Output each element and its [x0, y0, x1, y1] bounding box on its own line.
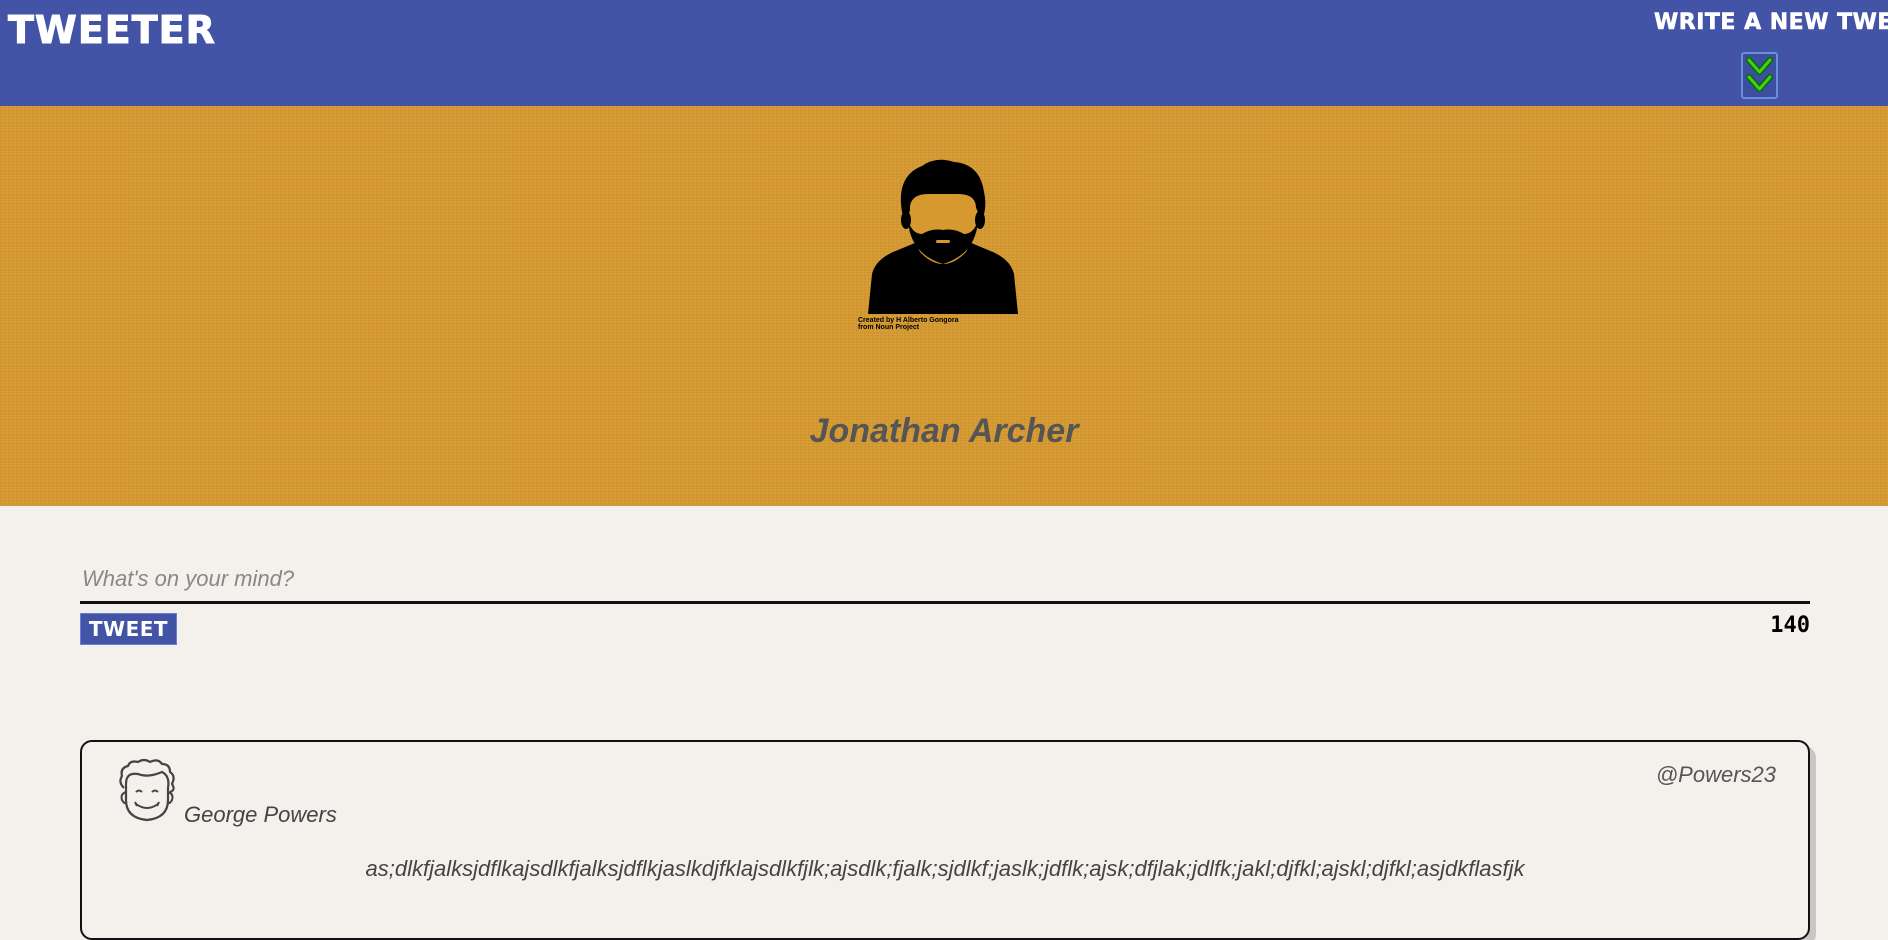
brand-logo[interactable]: Tweeter [8, 8, 216, 53]
write-new-tweet-label[interactable]: Write a new tweet [1654, 10, 1888, 36]
tweet-input[interactable] [80, 560, 1810, 604]
tweet-text: as;dlkfjalksjdflkajsdlkfjalksjdflkjaslkd… [365, 856, 1525, 881]
tweet-author-handle[interactable]: @Powers23 [1656, 762, 1776, 788]
credit-line-1: Created by H Alberto Gongora [858, 317, 959, 324]
top-nav: Tweeter Write a new tweet [0, 0, 1888, 106]
credit-line-2: from Noun Project [858, 324, 920, 331]
compose-form: Tweet 140 [80, 560, 1810, 645]
profile-name: Jonathan Archer [809, 412, 1079, 450]
tweet-card: George Powers @Powers23 as;dlkfjalksjdfl… [80, 740, 1810, 940]
tweet-button[interactable]: Tweet [80, 613, 177, 645]
avatar-credit: Created by H Alberto Gongora from Noun P… [858, 317, 998, 331]
write-new-tweet-toggle[interactable]: Write a new tweet [1654, 10, 1888, 36]
curly-hair-face-icon [116, 758, 178, 824]
tweet-author-name: George Powers [184, 802, 337, 827]
bearded-man-icon [858, 148, 1028, 338]
double-chevron-down-icon[interactable] [1741, 52, 1778, 99]
character-counter: 140 [1770, 613, 1810, 638]
profile-banner: Created by H Alberto Gongora from Noun P… [0, 106, 1888, 506]
